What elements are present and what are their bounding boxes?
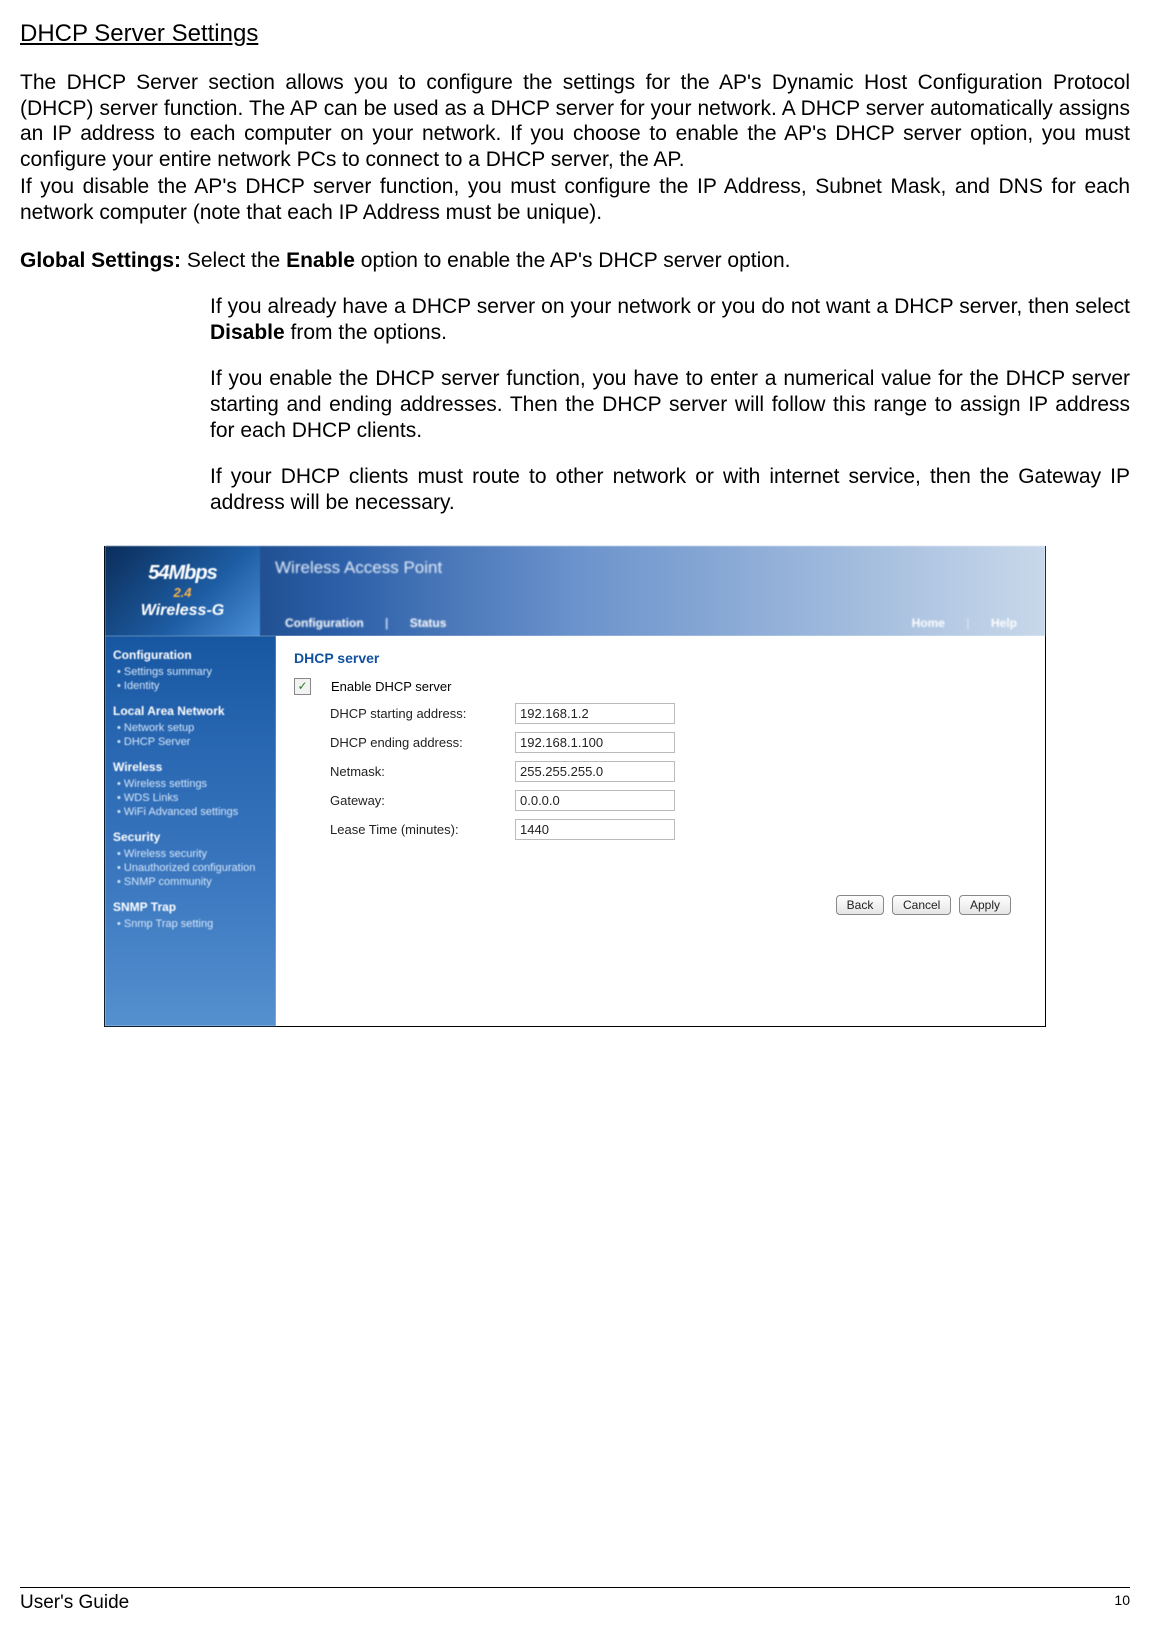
page-heading: DHCP Server Settings bbox=[20, 20, 1130, 48]
lease-time-label: Lease Time (minutes): bbox=[294, 822, 515, 837]
sidebar-item-wds-links[interactable]: WDS Links bbox=[117, 792, 268, 804]
topnav-status[interactable]: Status bbox=[410, 616, 447, 630]
sidebar-item-snmp-trap-setting[interactable]: Snmp Trap setting bbox=[117, 918, 268, 930]
text: If you already have a DHCP server on you… bbox=[210, 295, 1130, 318]
main-panel: DHCP server ✓ Enable DHCP server DHCP st… bbox=[276, 636, 1045, 1026]
sb-head-configuration: Configuration bbox=[113, 648, 268, 662]
sidebar-item-wireless-security[interactable]: Wireless security bbox=[117, 848, 268, 860]
ap-title: Wireless Access Point bbox=[275, 558, 442, 578]
start-address-label: DHCP starting address: bbox=[294, 706, 515, 721]
text: Select the bbox=[187, 249, 286, 272]
global-line-3: If you enable the DHCP server function, … bbox=[210, 366, 1130, 443]
end-address-input[interactable] bbox=[515, 732, 675, 753]
gateway-input[interactable] bbox=[515, 790, 675, 811]
intro-para-2: If you disable the AP's DHCP server func… bbox=[20, 174, 1130, 225]
sidebar-item-wireless-settings[interactable]: Wireless settings bbox=[117, 778, 268, 790]
back-button[interactable]: Back bbox=[836, 895, 885, 915]
netmask-label: Netmask: bbox=[294, 764, 515, 779]
end-address-label: DHCP ending address: bbox=[294, 735, 515, 750]
sb-head-wireless: Wireless bbox=[113, 760, 268, 774]
start-address-input[interactable] bbox=[515, 703, 675, 724]
panel-title: DHCP server bbox=[294, 650, 1027, 666]
sidebar-item-wifi-advanced[interactable]: WiFi Advanced settings bbox=[117, 806, 268, 818]
disable-word: Disable bbox=[210, 321, 285, 344]
sidebar-item-snmp-community[interactable]: SNMP community bbox=[117, 876, 268, 888]
text: from the options. bbox=[285, 321, 447, 344]
enable-word: Enable bbox=[286, 249, 355, 272]
gateway-label: Gateway: bbox=[294, 793, 515, 808]
enable-dhcp-checkbox[interactable]: ✓ bbox=[294, 678, 311, 695]
topnav-home[interactable]: Home bbox=[912, 616, 945, 630]
enable-dhcp-label: Enable DHCP server bbox=[331, 679, 451, 694]
sidebar: Configuration Settings summary Identity … bbox=[105, 636, 276, 1026]
sb-head-snmp-trap: SNMP Trap bbox=[113, 900, 268, 914]
lease-time-input[interactable] bbox=[515, 819, 675, 840]
router-screenshot: 54Mbps 2.4 Wireless-G Wireless Access Po… bbox=[104, 546, 1046, 1027]
topnav-configuration[interactable]: Configuration bbox=[285, 616, 364, 630]
global-settings-label: Global Settings: bbox=[20, 249, 187, 272]
global-line-2: If you already have a DHCP server on you… bbox=[210, 294, 1130, 345]
topnav: Configuration | Status Home | Help bbox=[285, 616, 1035, 630]
topnav-help[interactable]: Help bbox=[991, 616, 1017, 630]
sb-head-security: Security bbox=[113, 830, 268, 844]
ap-header: 54Mbps 2.4 Wireless-G Wireless Access Po… bbox=[105, 546, 1045, 636]
sidebar-item-settings-summary[interactable]: Settings summary bbox=[117, 666, 268, 678]
intro-para-1: The DHCP Server section allows you to co… bbox=[20, 70, 1130, 172]
logo-block: 54Mbps 2.4 Wireless-G bbox=[105, 546, 260, 636]
footer-title: User's Guide bbox=[20, 1592, 129, 1614]
global-settings-para: Global Settings: Select the Enable optio… bbox=[20, 248, 1130, 274]
sb-head-lan: Local Area Network bbox=[113, 704, 268, 718]
page-footer: User's Guide 10 bbox=[20, 1587, 1130, 1614]
sidebar-item-network-setup[interactable]: Network setup bbox=[117, 722, 268, 734]
page-number: 10 bbox=[1114, 1592, 1130, 1614]
text: option to enable the AP's DHCP server op… bbox=[355, 249, 791, 272]
apply-button[interactable]: Apply bbox=[959, 895, 1011, 915]
logo-speed: 54Mbps bbox=[148, 562, 216, 585]
global-line-4: If your DHCP clients must route to other… bbox=[210, 464, 1130, 515]
netmask-input[interactable] bbox=[515, 761, 675, 782]
logo-band: 2.4 bbox=[173, 585, 191, 600]
sidebar-item-identity[interactable]: Identity bbox=[117, 680, 268, 692]
sidebar-item-dhcp-server[interactable]: DHCP Server bbox=[117, 736, 268, 748]
sidebar-item-unauthorized-config[interactable]: Unauthorized configuration bbox=[117, 862, 268, 874]
cancel-button[interactable]: Cancel bbox=[892, 895, 951, 915]
logo-name: Wireless-G bbox=[141, 602, 224, 620]
